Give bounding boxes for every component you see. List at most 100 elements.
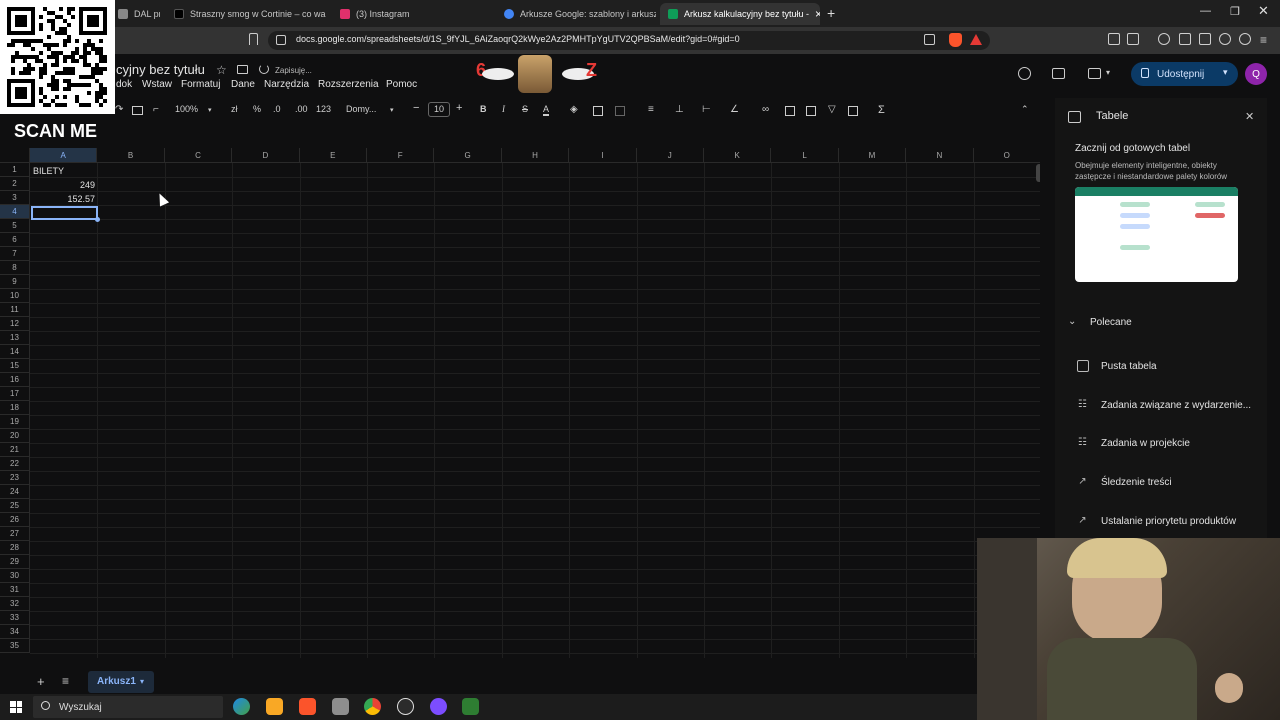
font-dropdown-icon[interactable]: ▾ — [390, 106, 394, 114]
wallet-icon[interactable] — [1199, 33, 1211, 45]
column-header[interactable]: I — [569, 148, 637, 163]
screenshot-icon[interactable] — [1127, 33, 1139, 45]
minimize-icon[interactable]: — — [1200, 5, 1211, 17]
app-icon[interactable] — [332, 698, 349, 715]
collapse-toolbar-icon[interactable]: ⌃ — [1021, 104, 1029, 115]
chevron-down-icon[interactable]: ⌄ — [1068, 316, 1076, 327]
row-header[interactable]: 35 — [0, 639, 30, 653]
chart-icon[interactable] — [806, 106, 816, 116]
fill-color-icon[interactable]: ◈ — [570, 104, 578, 115]
row-header[interactable]: 6 — [0, 233, 30, 247]
row-header[interactable]: 10 — [0, 289, 30, 303]
obs-icon[interactable] — [397, 698, 414, 715]
text-color-button[interactable]: A — [543, 104, 550, 116]
print-icon[interactable] — [132, 106, 143, 115]
column-header[interactable]: M — [838, 148, 907, 163]
column-header[interactable]: H — [501, 148, 570, 163]
close-tab-icon[interactable]: × — [815, 7, 820, 21]
edge-icon[interactable] — [233, 698, 250, 715]
close-panel-icon[interactable]: ✕ — [1245, 110, 1254, 123]
decrease-decimal-button[interactable]: .0 — [273, 104, 281, 114]
row-header[interactable]: 11 — [0, 303, 30, 317]
browser-tab[interactable]: Arkusze Google: szablony i arkusze k — [496, 3, 656, 25]
menu-extensions[interactable]: Rozszerzenia — [318, 79, 379, 90]
paint-format-icon[interactable]: ⌐ — [153, 104, 159, 115]
all-sheets-button[interactable]: ≡ — [62, 674, 69, 688]
row-header[interactable]: 32 — [0, 597, 30, 611]
more-formats-button[interactable]: 123 — [316, 104, 331, 114]
row-header[interactable]: 3 — [0, 191, 30, 205]
column-header[interactable]: L — [771, 148, 839, 163]
row-header[interactable]: 20 — [0, 429, 30, 443]
row-header[interactable]: 9 — [0, 275, 30, 289]
template-project-tasks[interactable]: Zadania w projekcie — [1101, 438, 1190, 449]
column-header[interactable]: A — [30, 148, 98, 163]
chrome-icon[interactable] — [364, 698, 381, 715]
row-header[interactable]: 4 — [0, 205, 30, 219]
template-content-tracking[interactable]: Śledzenie treści — [1101, 477, 1172, 488]
bold-button[interactable]: B — [480, 104, 487, 114]
site-settings-icon[interactable] — [276, 35, 286, 45]
row-header[interactable]: 14 — [0, 345, 30, 359]
fill-handle[interactable] — [95, 217, 100, 222]
row-header[interactable]: 29 — [0, 555, 30, 569]
cell-a3[interactable]: 152.57 — [31, 194, 95, 204]
row-header[interactable]: 22 — [0, 457, 30, 471]
zoom-select[interactable]: 100% — [175, 104, 198, 114]
browser-tab[interactable]: Straszny smog w Cortinie – co warto — [166, 3, 326, 25]
template-blank-table[interactable]: Pusta tabela — [1101, 361, 1157, 372]
browser-tab[interactable]: (3) Instagram — [332, 3, 492, 25]
column-header[interactable]: C — [164, 148, 233, 163]
selected-cell-a4[interactable] — [31, 206, 98, 220]
redo-icon[interactable]: ↷ — [115, 104, 123, 115]
align-icon[interactable]: ≡ — [648, 104, 654, 115]
menu-data[interactable]: Dane — [231, 79, 255, 90]
row-header[interactable]: 17 — [0, 387, 30, 401]
row-header[interactable]: 30 — [0, 569, 30, 583]
font-select[interactable]: Domy... — [346, 104, 376, 114]
menu-help[interactable]: Pomoc — [386, 79, 417, 90]
menu-tools[interactable]: Narzędzia — [264, 79, 309, 90]
font-size-decrease[interactable]: − — [413, 102, 419, 114]
restore-icon[interactable]: ❐ — [1230, 5, 1240, 18]
taskbar-search[interactable]: Wyszukaj — [33, 696, 223, 718]
column-header[interactable]: G — [434, 148, 502, 163]
italic-button[interactable]: I — [502, 104, 505, 114]
row-header[interactable]: 7 — [0, 247, 30, 261]
browser-tab-active[interactable]: Arkusz kalkulacyjny bez tytułu - × — [660, 3, 820, 25]
sheet-menu-icon[interactable]: ▾ — [140, 677, 144, 686]
column-header[interactable]: B — [97, 148, 165, 163]
row-header[interactable]: 5 — [0, 219, 30, 233]
comments-icon[interactable] — [1052, 68, 1065, 79]
media-icon[interactable] — [1158, 33, 1170, 45]
avatar[interactable]: Q — [1245, 63, 1267, 85]
leo-ai-icon[interactable] — [1219, 33, 1231, 45]
row-header[interactable]: 21 — [0, 443, 30, 457]
add-sheet-button[interactable]: + — [37, 674, 45, 689]
row-header[interactable]: 34 — [0, 625, 30, 639]
app-green-icon[interactable] — [462, 698, 479, 715]
spreadsheet-grid[interactable]: ABCDEFGHIJKLMNO 1 2 3 4 5 6 7 8 9 10 11 12 13 14 15 16 1… — [0, 148, 1040, 658]
row-header[interactable]: 2 — [0, 177, 30, 191]
menu-icon[interactable]: ≡ — [1260, 33, 1267, 47]
column-header[interactable]: K — [704, 148, 772, 163]
font-size-increase[interactable]: + — [456, 102, 462, 114]
column-header[interactable]: F — [367, 148, 435, 163]
history-icon[interactable] — [1018, 67, 1031, 80]
cell-a1[interactable]: BILETY — [33, 166, 64, 176]
menu-insert[interactable]: Wstaw — [142, 79, 172, 90]
row-header[interactable]: 24 — [0, 485, 30, 499]
vertical-scrollbar[interactable] — [1036, 164, 1040, 182]
comment-icon[interactable] — [785, 106, 795, 116]
menu-view[interactable]: dok — [116, 79, 132, 90]
select-all-corner[interactable] — [0, 148, 30, 163]
windows-start-icon[interactable] — [10, 701, 22, 713]
browser-tab[interactable]: DAL prod. ( — [110, 3, 160, 25]
meet-dropdown-icon[interactable]: ▾ — [1106, 68, 1110, 77]
extensions-icon[interactable] — [1108, 33, 1120, 45]
brave-rewards-icon[interactable] — [970, 34, 982, 45]
row-header[interactable]: 25 — [0, 499, 30, 513]
filter-views-icon[interactable] — [848, 106, 858, 116]
template-product-priority[interactable]: Ustalanie priorytetu produktów — [1101, 516, 1236, 527]
star-icon[interactable]: ☆ — [216, 63, 227, 77]
